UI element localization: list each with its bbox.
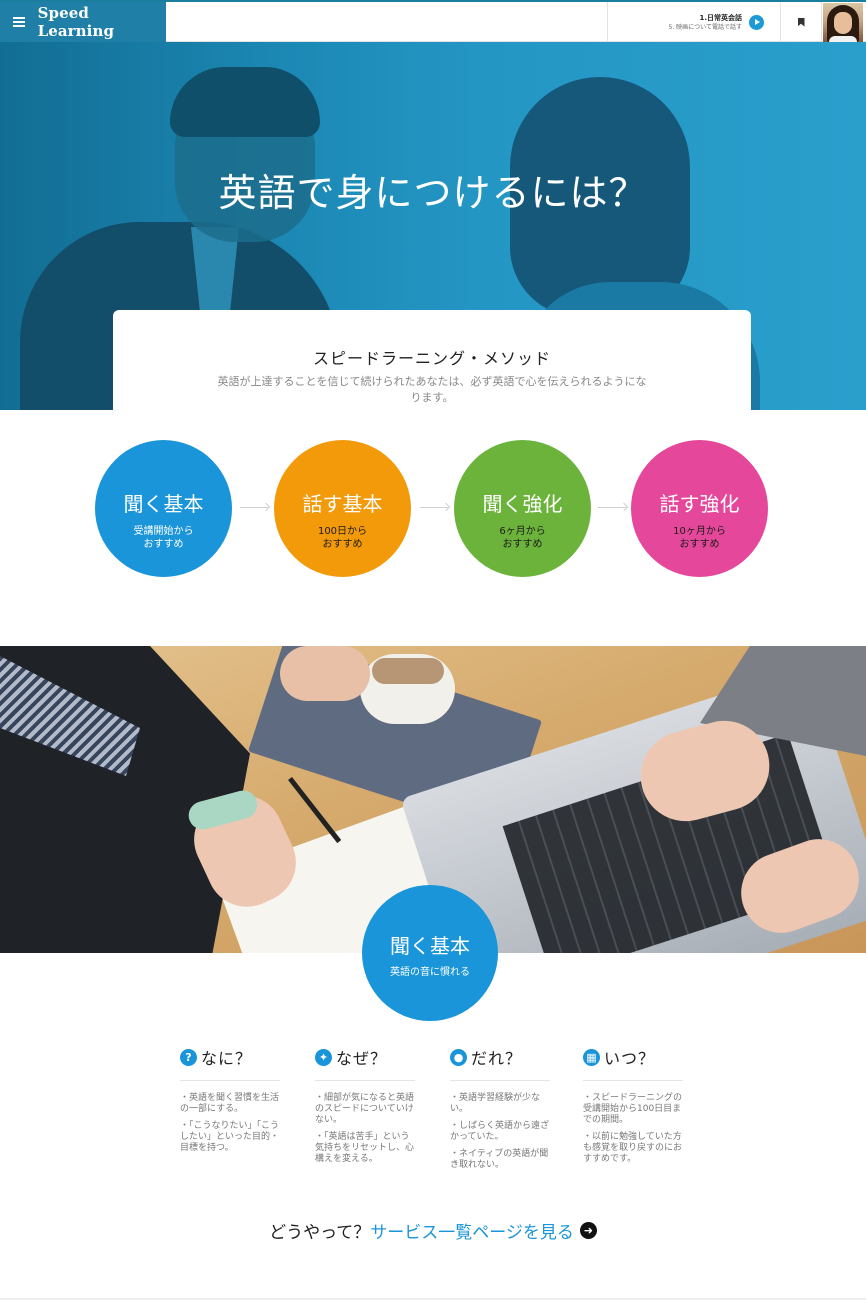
play-icon[interactable] bbox=[749, 14, 764, 30]
arrow-right-circle-icon[interactable]: ➜ bbox=[579, 1222, 597, 1239]
lesson-subtitle: 5. 映画について電話で話す bbox=[668, 23, 742, 31]
hamburger-menu-icon[interactable] bbox=[13, 17, 25, 27]
column-title: だれ？ bbox=[471, 1049, 523, 1068]
lightbulb-icon: ✦ bbox=[315, 1048, 332, 1066]
cta-prefix: どうやって？ bbox=[269, 1223, 371, 1243]
feature-subtitle: 英語の音に慣れる bbox=[390, 967, 470, 978]
brand-logo[interactable]: Speed Learning bbox=[38, 4, 166, 40]
list-item: ・英語を聞く習慣を生活の一部にする。 bbox=[180, 1093, 280, 1114]
footer-divider bbox=[0, 1298, 866, 1300]
step-title: 話す基本 bbox=[302, 492, 383, 516]
method-title: スピードラーニング・メソッド bbox=[312, 349, 551, 368]
step-speak-advanced[interactable]: 話す強化 10ヶ月から おすすめ bbox=[631, 440, 768, 577]
feature-listen-basic: 聞く基本 英語の音に慣れる bbox=[362, 885, 498, 1021]
list-item: ・「英語は苦手」という気持ちをリセットし、心構えを変える。 bbox=[315, 1132, 415, 1164]
calendar-icon: ▦ bbox=[583, 1048, 600, 1066]
hero-section: 英語で身につけるには？ スピードラーニング・メソッド 英語が上達することを信じて… bbox=[0, 42, 866, 410]
list-item: ・ネイティブの英語が聞き取れない。 bbox=[450, 1149, 549, 1170]
bookmark-icon bbox=[797, 17, 805, 27]
step-title: 話す強化 bbox=[659, 492, 740, 516]
column-who: ● だれ？ ・英語学習経験が少ない。 ・しばらく英語から遠ざかっていた。 ・ネイ… bbox=[450, 1046, 550, 1177]
services-link[interactable]: サービス一覧ページを見る bbox=[370, 1218, 574, 1243]
list-item: ・「こうなりたい」「こうしたい」といった目的・目標を持つ。 bbox=[180, 1121, 280, 1153]
arrow-right-icon bbox=[240, 507, 268, 508]
column-when: ▦ いつ？ ・スピードラーニングの受講開始から100日目までの期間。 ・以前に勉… bbox=[583, 1046, 683, 1171]
step-subtitle: 10ヶ月から おすすめ bbox=[673, 526, 726, 550]
step-subtitle: 受講開始から おすすめ bbox=[133, 526, 194, 550]
step-title: 聞く強化 bbox=[482, 492, 563, 516]
step-speak-basic[interactable]: 話す基本 100日から おすすめ bbox=[274, 440, 411, 577]
step-listen-advanced[interactable]: 聞く強化 6ヶ月から おすすめ bbox=[454, 440, 591, 577]
current-lesson[interactable]: 1.日常英会話 5. 映画について電話で話す bbox=[607, 2, 780, 42]
method-description: 英語が上達することを信じて続けられたあなたは、必ず英語で心を伝えられるようになり… bbox=[217, 375, 647, 404]
question-icon: ? bbox=[180, 1048, 197, 1066]
hero-title: 英語で身につけるには？ bbox=[218, 171, 648, 215]
column-title: なに？ bbox=[201, 1049, 253, 1068]
feature-title: 聞く基本 bbox=[390, 934, 470, 958]
step-subtitle: 6ヶ月から おすすめ bbox=[499, 526, 546, 550]
bookmark-button[interactable] bbox=[780, 2, 822, 42]
avatar[interactable] bbox=[823, 3, 863, 43]
list-item: ・以前に勉強していた方も感覚を取り戻すのにおすすめです。 bbox=[583, 1132, 683, 1164]
top-bar: Speed Learning 1.日常英会話 5. 映画について電話で話す bbox=[0, 0, 866, 43]
list-item: ・細部が気になると英語のスピードについていけない。 bbox=[315, 1093, 415, 1125]
column-title: いつ？ bbox=[604, 1049, 656, 1068]
column-why: ✦ なぜ？ ・細部が気になると英語のスピードについていけない。 ・「英語は苦手」… bbox=[315, 1046, 415, 1171]
arrow-right-icon bbox=[420, 507, 448, 508]
list-item: ・しばらく英語から遠ざかっていた。 bbox=[450, 1121, 550, 1142]
brand-bar[interactable]: Speed Learning bbox=[0, 2, 166, 42]
lesson-title: 1.日常英会話 bbox=[699, 13, 742, 22]
column-title: なぜ？ bbox=[336, 1049, 388, 1068]
list-item: ・スピードラーニングの受講開始から100日目までの期間。 bbox=[583, 1093, 683, 1125]
column-what: ? なに？ ・英語を聞く習慣を生活の一部にする。 ・「こうなりたい」「こうしたい… bbox=[180, 1046, 280, 1160]
step-subtitle: 100日から おすすめ bbox=[317, 526, 368, 550]
arrow-right-icon bbox=[598, 507, 626, 508]
services-cta: どうやって？ サービス一覧ページを見る ➜ bbox=[0, 1218, 866, 1243]
method-card: スピードラーニング・メソッド 英語が上達することを信じて続けられたあなたは、必ず… bbox=[113, 310, 751, 410]
user-icon: ● bbox=[450, 1048, 467, 1066]
list-item: ・英語学習経験が少ない。 bbox=[450, 1093, 541, 1114]
step-title: 聞く基本 bbox=[123, 492, 204, 516]
step-listen-basic[interactable]: 聞く基本 受講開始から おすすめ bbox=[95, 440, 232, 577]
